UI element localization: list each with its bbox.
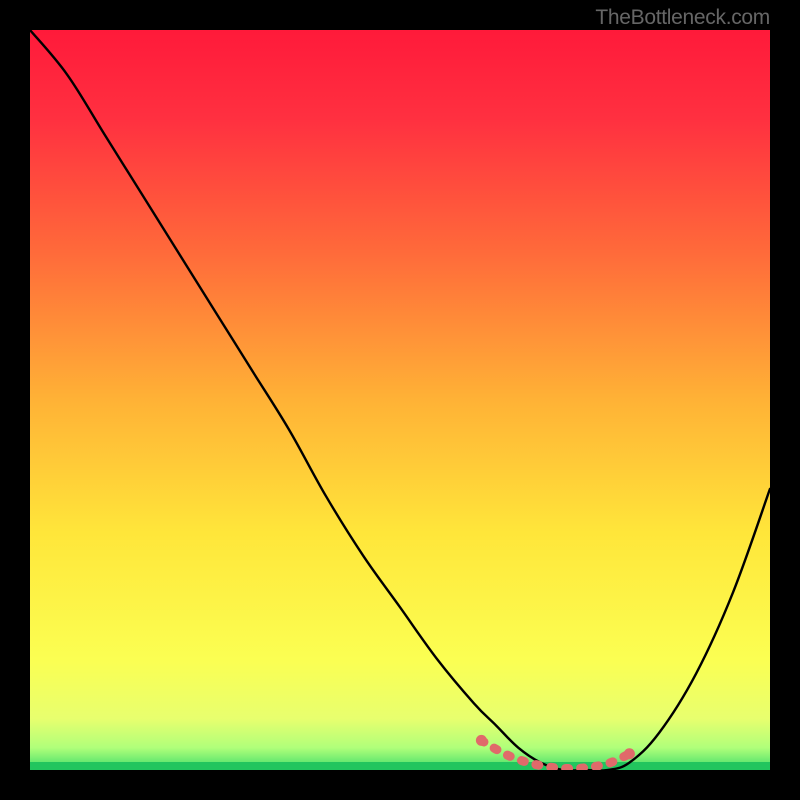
watermark-text: TheBottleneck.com xyxy=(595,6,770,30)
chart-container: TheBottleneck.com xyxy=(0,0,800,800)
plot-area xyxy=(30,30,770,770)
bottleneck-curve xyxy=(30,30,770,770)
chart-svg xyxy=(30,30,770,770)
green-baseline xyxy=(30,762,770,770)
